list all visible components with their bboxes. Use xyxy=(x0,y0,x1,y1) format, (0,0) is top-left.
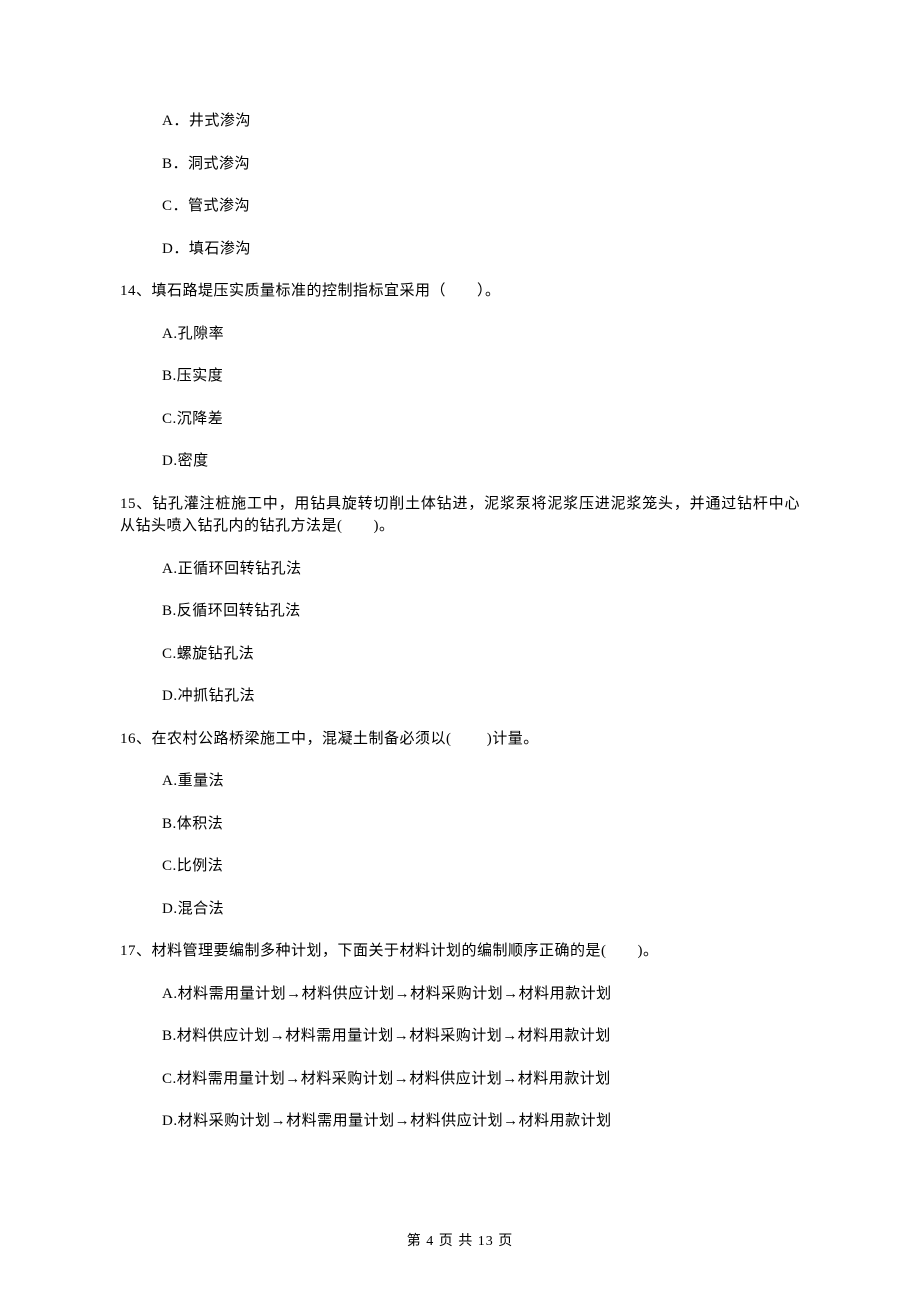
option-d: D.混合法 xyxy=(162,898,800,921)
option-a: A.重量法 xyxy=(162,770,800,793)
option-d: D．填石渗沟 xyxy=(162,238,800,261)
question-14-stem: 14、填石路堤压实质量标准的控制指标宜采用（ ）。 xyxy=(120,280,800,303)
option-c: C.沉降差 xyxy=(162,408,800,431)
question-15-options: A.正循环回转钻孔法 B.反循环回转钻孔法 C.螺旋钻孔法 D.冲抓钻孔法 xyxy=(162,558,800,708)
option-a: A．井式渗沟 xyxy=(162,110,800,133)
page-content: A．井式渗沟 B．洞式渗沟 C．管式渗沟 D．填石渗沟 14、填石路堤压实质量标… xyxy=(0,0,920,1133)
option-c: C．管式渗沟 xyxy=(162,195,800,218)
question-14-options: A.孔隙率 B.压实度 C.沉降差 D.密度 xyxy=(162,323,800,473)
option-c: C.比例法 xyxy=(162,855,800,878)
question-16-stem: 16、在农村公路桥梁施工中，混凝土制备必须以( )计量。 xyxy=(120,728,800,751)
option-b: B.材料供应计划→材料需用量计划→材料采购计划→材料用款计划 xyxy=(162,1025,800,1048)
option-a: A.正循环回转钻孔法 xyxy=(162,558,800,581)
option-b: B.反循环回转钻孔法 xyxy=(162,600,800,623)
option-c: C.材料需用量计划→材料采购计划→材料供应计划→材料用款计划 xyxy=(162,1068,800,1091)
page-footer: 第 4 页 共 13 页 xyxy=(0,1230,920,1250)
option-b: B.体积法 xyxy=(162,813,800,836)
option-a: A.材料需用量计划→材料供应计划→材料采购计划→材料用款计划 xyxy=(162,983,800,1006)
option-b: B.压实度 xyxy=(162,365,800,388)
option-d: D.密度 xyxy=(162,450,800,473)
question-17-stem: 17、材料管理要编制多种计划，下面关于材料计划的编制顺序正确的是( )。 xyxy=(120,940,800,963)
question-16-options: A.重量法 B.体积法 C.比例法 D.混合法 xyxy=(162,770,800,920)
orphan-options: A．井式渗沟 B．洞式渗沟 C．管式渗沟 D．填石渗沟 xyxy=(162,110,800,260)
option-d: D.材料采购计划→材料需用量计划→材料供应计划→材料用款计划 xyxy=(162,1110,800,1133)
option-b: B．洞式渗沟 xyxy=(162,153,800,176)
option-c: C.螺旋钻孔法 xyxy=(162,643,800,666)
option-d: D.冲抓钻孔法 xyxy=(162,685,800,708)
option-a: A.孔隙率 xyxy=(162,323,800,346)
question-15-stem: 15、钻孔灌注桩施工中，用钻具旋转切削土体钻进，泥浆泵将泥浆压进泥浆笼头，并通过… xyxy=(120,493,800,538)
question-17-options: A.材料需用量计划→材料供应计划→材料采购计划→材料用款计划 B.材料供应计划→… xyxy=(162,983,800,1133)
